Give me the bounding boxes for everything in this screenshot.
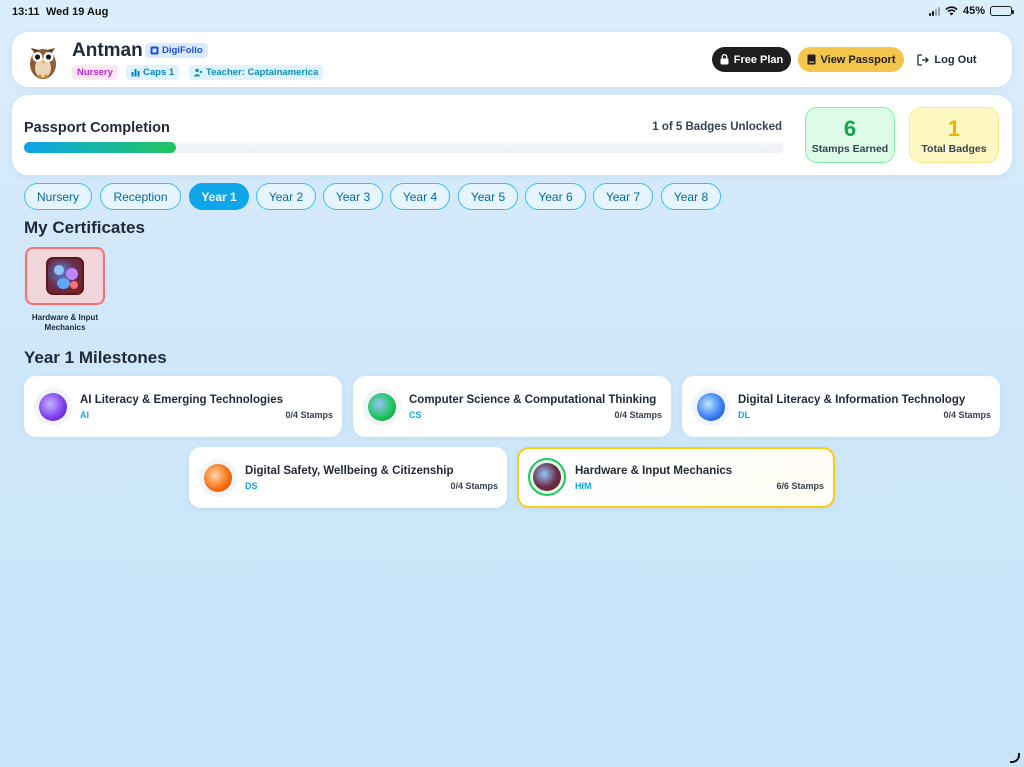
milestone-name: Digital Literacy & Information Technolog… bbox=[738, 394, 966, 406]
milestone-card-ai[interactable]: AI Literacy & Emerging Technologies AI 0… bbox=[24, 376, 342, 437]
total-badges-label: Total Badges bbox=[921, 142, 987, 155]
stamps-earned-value: 6 bbox=[843, 115, 857, 141]
profile-header: Antman DigiFolio Nursery Caps 1 Teacher:… bbox=[12, 32, 1012, 87]
free-plan-label: Free Plan bbox=[733, 53, 784, 66]
stamps-earned-stat: 6 Stamps Earned bbox=[805, 107, 895, 163]
stamps-earned-label: Stamps Earned bbox=[811, 142, 889, 155]
battery-percent: 45% bbox=[962, 5, 985, 17]
completion-title: Passport Completion bbox=[24, 120, 170, 136]
milestone-code: HIM bbox=[575, 481, 592, 491]
milestone-code: DS bbox=[245, 481, 258, 491]
milestone-icon-wrap bbox=[199, 459, 237, 497]
milestone-name: Hardware & Input Mechanics bbox=[575, 465, 733, 477]
milestone-card-cs[interactable]: Computer Science & Computational Thinkin… bbox=[353, 376, 671, 437]
battery-icon bbox=[990, 6, 1014, 16]
milestone-icon-wrap bbox=[692, 388, 730, 426]
digifolio-icon bbox=[150, 46, 159, 55]
tab-year-8[interactable]: Year 8 bbox=[661, 183, 721, 210]
total-badges-stat: 1 Total Badges bbox=[909, 107, 999, 163]
milestone-stamps: 0/4 Stamps bbox=[943, 410, 991, 420]
passport-completion-card: Passport Completion 1 of 5 Badges Unlock… bbox=[12, 95, 1012, 175]
milestone-card-ds[interactable]: Digital Safety, Wellbeing & Citizenship … bbox=[189, 447, 507, 508]
class-label: Caps 1 bbox=[143, 67, 175, 78]
tab-reception[interactable]: Reception bbox=[100, 183, 181, 210]
milestone-name: Digital Safety, Wellbeing & Citizenship bbox=[245, 465, 454, 477]
certificates-title: My Certificates bbox=[24, 218, 145, 237]
tab-nursery[interactable]: Nursery bbox=[24, 183, 92, 210]
status-indicators: 45% bbox=[928, 5, 1014, 17]
tab-year-4[interactable]: Year 4 bbox=[390, 183, 450, 210]
cs-badge-icon bbox=[368, 393, 396, 421]
milestone-stamps: 0/4 Stamps bbox=[614, 410, 662, 420]
class-badge: Caps 1 bbox=[126, 65, 180, 80]
completion-progress-bar bbox=[24, 142, 176, 153]
milestone-icon-wrap bbox=[528, 458, 566, 496]
cellular-signal-icon bbox=[928, 6, 940, 16]
milestone-name: Computer Science & Computational Thinkin… bbox=[409, 394, 657, 406]
dl-badge-icon bbox=[697, 393, 725, 421]
grade-badge: Nursery bbox=[72, 65, 118, 80]
him-badge-icon bbox=[533, 463, 561, 491]
wifi-icon bbox=[945, 6, 958, 16]
tab-year-5[interactable]: Year 5 bbox=[458, 183, 518, 210]
tab-year-6[interactable]: Year 6 bbox=[525, 183, 586, 210]
milestone-stamps: 0/4 Stamps bbox=[285, 410, 333, 420]
total-badges-value: 1 bbox=[947, 115, 961, 141]
logout-label: Log Out bbox=[934, 53, 977, 66]
grade-label: Nursery bbox=[77, 67, 113, 78]
view-passport-label: View Passport bbox=[820, 53, 896, 66]
hardware-certificate-icon bbox=[46, 257, 84, 295]
ds-badge-icon bbox=[204, 464, 232, 492]
tab-year-7[interactable]: Year 7 bbox=[593, 183, 653, 210]
teacher-icon bbox=[194, 68, 203, 77]
certificate-label: Hardware & Input Mechanics bbox=[31, 313, 99, 332]
tab-year-2[interactable]: Year 2 bbox=[256, 183, 316, 210]
passport-icon bbox=[807, 54, 815, 65]
lock-icon bbox=[720, 54, 729, 65]
resize-corner-icon bbox=[1010, 753, 1020, 763]
status-time: 13:11 bbox=[12, 6, 40, 18]
bar-chart-icon bbox=[131, 69, 140, 77]
status-date: Wed 19 Aug bbox=[46, 6, 109, 18]
owl-avatar-icon bbox=[30, 48, 56, 79]
milestone-code: AI bbox=[80, 410, 89, 420]
certificate-tile[interactable] bbox=[25, 247, 105, 305]
milestone-name: AI Literacy & Emerging Technologies bbox=[80, 394, 283, 406]
tab-year-3[interactable]: Year 3 bbox=[323, 183, 383, 210]
milestone-card-him[interactable]: Hardware & Input Mechanics HIM 6/6 Stamp… bbox=[517, 447, 835, 508]
username: Antman bbox=[72, 40, 143, 61]
milestone-icon-wrap bbox=[34, 388, 72, 426]
logout-button[interactable]: Log Out bbox=[912, 47, 982, 72]
teacher-badge: Teacher: Captainamerica bbox=[189, 65, 324, 80]
digifolio-badge: DigiFolio bbox=[145, 43, 208, 58]
milestone-stamps: 6/6 Stamps bbox=[776, 481, 824, 491]
milestone-icon-wrap bbox=[363, 388, 401, 426]
milestones-title: Year 1 Milestones bbox=[24, 348, 167, 367]
milestone-code: CS bbox=[409, 410, 422, 420]
badges-unlocked-text: 1 of 5 Badges Unlocked bbox=[652, 121, 782, 133]
milestone-card-dl[interactable]: Digital Literacy & Information Technolog… bbox=[682, 376, 1000, 437]
free-plan-button[interactable]: Free Plan bbox=[712, 47, 791, 72]
teacher-label: Teacher: Captainamerica bbox=[206, 67, 319, 78]
ai-badge-icon bbox=[39, 393, 67, 421]
logout-icon bbox=[917, 53, 930, 66]
milestone-stamps: 0/4 Stamps bbox=[450, 481, 498, 491]
milestone-code: DL bbox=[738, 410, 750, 420]
tab-year-1[interactable]: Year 1 bbox=[189, 183, 249, 210]
view-passport-button[interactable]: View Passport bbox=[798, 47, 904, 72]
status-bar: 13:11 Wed 19 Aug 45% bbox=[0, 0, 1024, 24]
digifolio-label: DigiFolio bbox=[162, 45, 203, 56]
